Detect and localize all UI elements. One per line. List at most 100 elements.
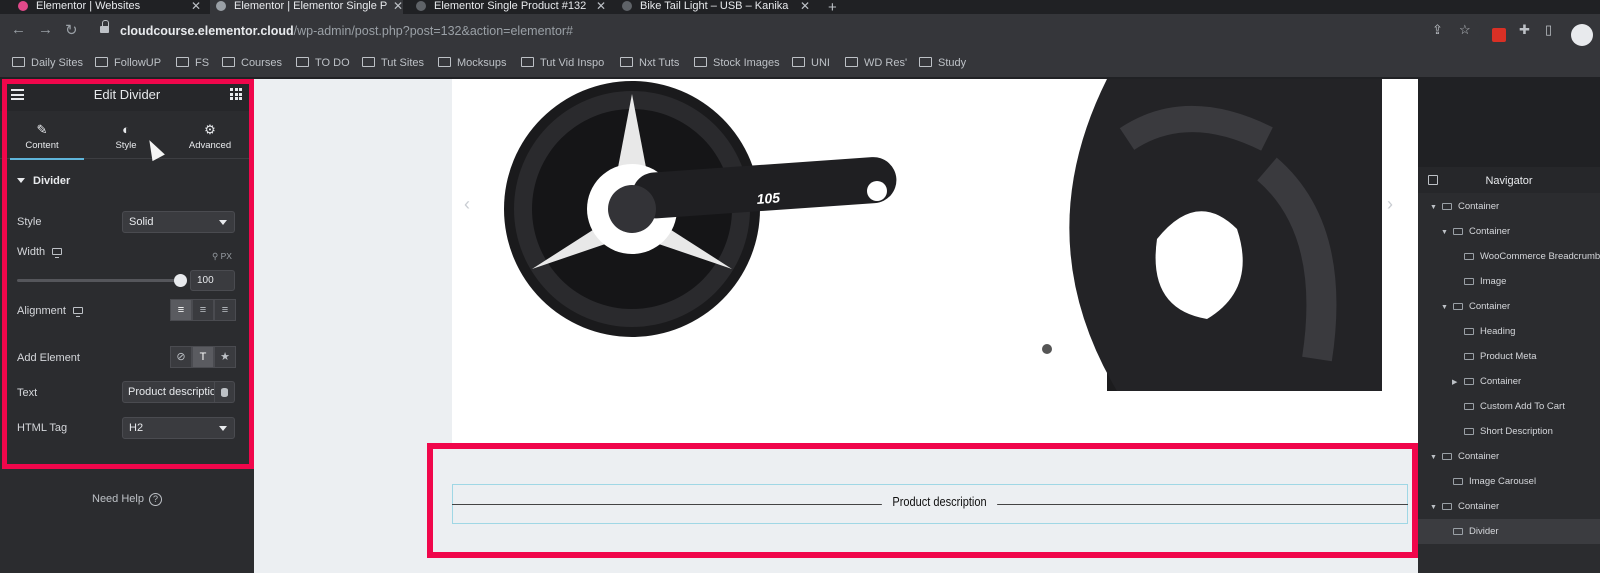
navigator-item[interactable]: Image Carousel <box>1418 469 1600 494</box>
folder-icon <box>362 57 375 67</box>
none-icon[interactable]: ⊘ <box>170 346 192 368</box>
navigator-header: Navigator <box>1418 167 1600 193</box>
navigator-item-label: Container <box>1458 451 1500 462</box>
folder-icon <box>296 57 309 67</box>
bookmark-folder[interactable]: FS <box>176 57 209 69</box>
style-select[interactable]: Solid <box>122 211 235 233</box>
bookmark-folder[interactable]: Daily Sites <box>12 57 83 69</box>
width-unit[interactable]: ⚲ PX <box>212 251 232 262</box>
site-favicon-icon <box>416 1 426 11</box>
folder-icon <box>438 57 451 67</box>
navigator-item[interactable]: ▼ Container <box>1418 294 1600 319</box>
navigator-item-label: WooCommerce Breadcrumbs <box>1480 251 1600 262</box>
caret-right-icon[interactable]: ▶ <box>1452 370 1462 395</box>
caret-down-icon[interactable]: ▼ <box>1441 220 1451 245</box>
navigator-item[interactable]: Custom Add To Cart <box>1418 394 1600 419</box>
bookmark-folder[interactable]: Tut Sites <box>362 57 424 69</box>
back-arrow-icon[interactable]: ← <box>11 21 26 38</box>
browser-tab-active[interactable]: Elementor | Elementor Single P ✕ <box>210 0 403 14</box>
navigator-item[interactable]: Product Meta <box>1418 344 1600 369</box>
navigator-item[interactable]: ▼ Container <box>1418 444 1600 469</box>
bookmark-folder[interactable]: UNI <box>792 57 830 69</box>
caret-down-icon[interactable]: ▼ <box>1430 495 1440 520</box>
width-number-input[interactable]: 100 <box>190 270 235 291</box>
carousel-prev-icon[interactable]: ‹ <box>464 194 470 215</box>
element-type-icon <box>1453 302 1463 310</box>
caret-down-icon[interactable]: ▼ <box>1430 445 1440 470</box>
crankset-closeup-image[interactable] <box>1007 79 1382 391</box>
desktop-responsive-icon[interactable] <box>52 248 63 258</box>
bookmark-folder[interactable]: WD Res' <box>845 57 907 69</box>
folder-icon <box>919 57 932 67</box>
align-center-icon[interactable]: ≡ <box>192 299 214 321</box>
desktop-responsive-icon[interactable] <box>72 307 83 317</box>
bookmark-folder[interactable]: TO DO <box>296 57 350 69</box>
carousel-next-icon[interactable]: › <box>1387 194 1393 215</box>
extensions-puzzle-icon[interactable]: ✚ <box>1519 22 1530 38</box>
navigator-panel: Navigator ▼ Container ▼ Container WooCommerc… <box>1418 167 1600 573</box>
alignment-label: Alignment <box>17 305 83 317</box>
navigator-item[interactable]: Heading <box>1418 319 1600 344</box>
navigator-item[interactable]: Image <box>1418 269 1600 294</box>
bookmark-folder[interactable]: Tut Vid Inspo <box>521 57 604 69</box>
svg-text:105: 105 <box>756 189 781 207</box>
html-tag-select[interactable]: H2 <box>122 417 235 439</box>
share-icon[interactable]: ⇪ <box>1432 22 1443 38</box>
bookmarks-bar: Daily Sites FollowUP FS Courses TO DO Tu… <box>0 48 1600 78</box>
close-tab-icon[interactable]: ✕ <box>393 0 403 12</box>
width-slider-track[interactable] <box>17 279 180 282</box>
reload-icon[interactable]: ↻ <box>65 21 78 39</box>
profile-avatar[interactable] <box>1571 24 1593 46</box>
close-tab-icon[interactable]: ✕ <box>191 0 201 12</box>
side-panel-icon[interactable]: ▯ <box>1545 22 1552 38</box>
tab-content[interactable]: ✎ Content <box>0 111 84 160</box>
caret-down-icon[interactable]: ▼ <box>1430 195 1440 220</box>
navigator-item[interactable]: Divider <box>1418 519 1600 544</box>
folder-icon <box>95 57 108 67</box>
dynamic-tags-icon[interactable] <box>215 381 235 403</box>
address-bar[interactable]: cloudcourse.elementor.cloud/wp-admin/pos… <box>90 17 1480 45</box>
close-tab-icon[interactable]: ✕ <box>800 0 810 12</box>
browser-tab[interactable]: Elementor | Websites ✕ <box>18 0 201 14</box>
element-type-icon <box>1464 277 1474 285</box>
bookmark-folder[interactable]: Study <box>919 57 966 69</box>
close-tab-icon[interactable]: ✕ <box>596 0 606 12</box>
browser-tab[interactable]: Bike Tail Light – USB – Kanika ✕ <box>622 0 810 14</box>
bookmark-folder[interactable]: Mocksups <box>438 57 507 69</box>
caret-down-icon[interactable]: ▼ <box>1441 295 1451 320</box>
alignment-button-group: ≡ ≡ ≡ <box>170 299 236 321</box>
widgets-grid-icon[interactable] <box>230 88 242 100</box>
extension-icon[interactable] <box>1492 28 1506 42</box>
navigator-item-label: Short Description <box>1480 426 1553 437</box>
tab-advanced[interactable]: ⚙ Advanced <box>168 111 252 159</box>
panel-header: Edit Divider <box>0 79 254 111</box>
text-label: Text <box>17 387 38 399</box>
navigator-item[interactable]: ▶ Container <box>1418 369 1600 394</box>
navigator-item[interactable]: Short Description <box>1418 419 1600 444</box>
bookmark-folder[interactable]: Courses <box>222 57 282 69</box>
section-divider-toggle[interactable]: Divider <box>17 175 70 187</box>
navigator-item[interactable]: WooCommerce Breadcrumbs <box>1418 244 1600 269</box>
bookmark-folder[interactable]: Stock Images <box>694 57 780 69</box>
star-icon[interactable]: ★ <box>214 346 236 368</box>
navigator-item[interactable]: ▼ Container <box>1418 494 1600 519</box>
navigator-item[interactable]: ▼ Container <box>1418 194 1600 219</box>
align-left-icon[interactable]: ≡ <box>170 299 192 321</box>
align-right-icon[interactable]: ≡ <box>214 299 236 321</box>
crankset-image[interactable]: 105 <box>492 79 922 349</box>
chevron-down-icon <box>219 220 227 225</box>
bookmark-folder[interactable]: Nxt Tuts <box>620 57 679 69</box>
element-type-icon <box>1464 402 1474 410</box>
bookmark-star-icon[interactable]: ☆ <box>1459 22 1471 38</box>
html-tag-label: HTML Tag <box>17 422 68 434</box>
need-help-link[interactable]: Need Help? <box>92 493 162 506</box>
navigator-item[interactable]: ▼ Container <box>1418 219 1600 244</box>
bookmark-folder[interactable]: FollowUP <box>95 57 161 69</box>
text-input[interactable]: Product descriptio <box>122 381 215 403</box>
browser-tab[interactable]: Elementor Single Product #132 ✕ <box>416 0 606 14</box>
text-icon[interactable]: T <box>192 346 214 368</box>
width-slider-handle[interactable] <box>174 274 187 287</box>
element-type-icon <box>1464 327 1474 335</box>
element-type-icon <box>1453 527 1463 535</box>
forward-arrow-icon[interactable]: → <box>38 21 53 38</box>
